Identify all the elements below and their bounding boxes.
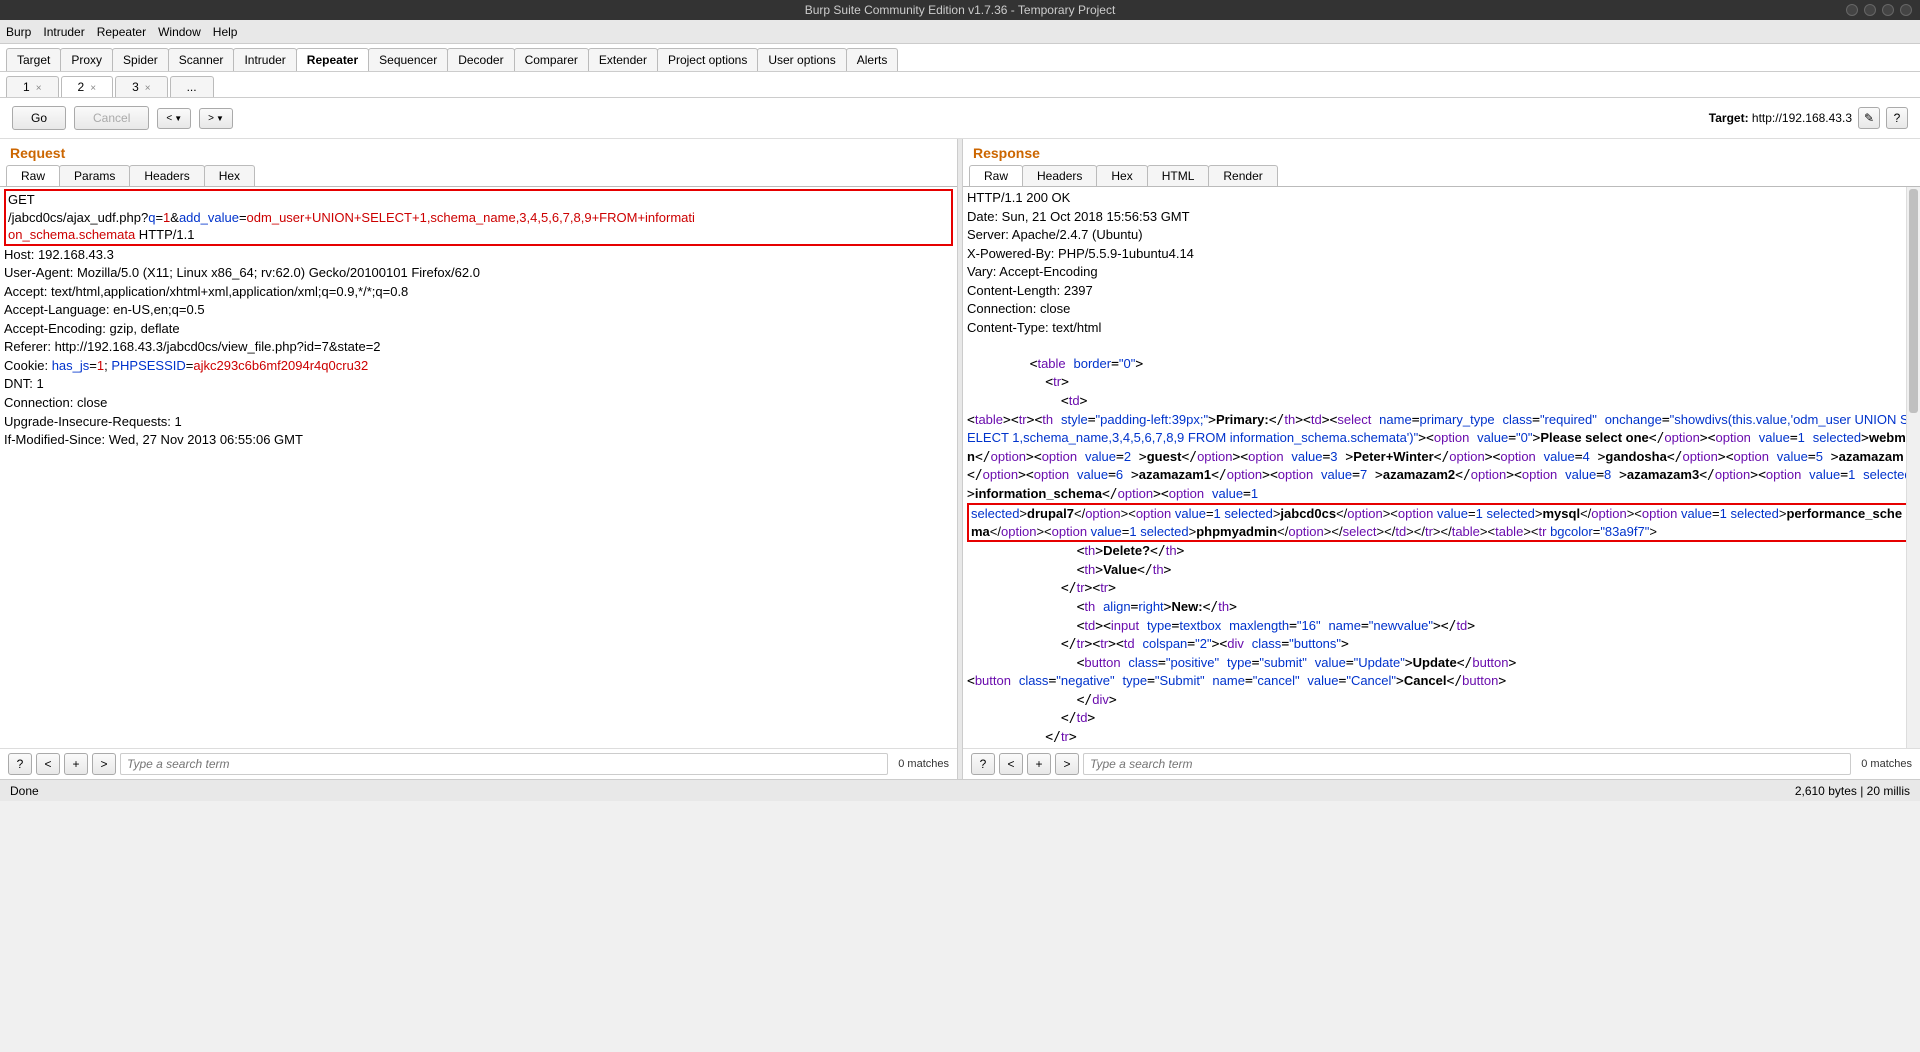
search-prev-button[interactable]: < xyxy=(999,753,1023,775)
dropdown-icon: ▼ xyxy=(216,114,224,123)
maximize-icon[interactable] xyxy=(1864,4,1876,16)
request-title: Request xyxy=(0,139,957,165)
response-panel: Response Raw Headers Hex HTML Render HTT… xyxy=(963,139,1920,779)
go-button[interactable]: Go xyxy=(12,106,66,130)
request-tab-params[interactable]: Params xyxy=(59,165,130,186)
tab-user-options[interactable]: User options xyxy=(757,48,846,71)
tab-repeater[interactable]: Repeater xyxy=(296,48,369,71)
menubar: Burp Intruder Repeater Window Help xyxy=(0,20,1920,44)
request-search-bar: ? < + > 0 matches xyxy=(0,748,957,779)
menu-help[interactable]: Help xyxy=(213,25,238,39)
tab-comparer[interactable]: Comparer xyxy=(514,48,589,71)
statusbar: Done 2,610 bytes | 20 millis xyxy=(0,779,1920,801)
request-tab-raw[interactable]: Raw xyxy=(6,165,60,186)
scrollbar[interactable] xyxy=(1906,187,1920,748)
target-label: Target: http://192.168.43.3 xyxy=(1709,111,1852,125)
tab-project-options[interactable]: Project options xyxy=(657,48,758,71)
sub-tab-3[interactable]: 3× xyxy=(115,76,168,97)
search-next-button[interactable]: > xyxy=(1055,753,1079,775)
cancel-button[interactable]: Cancel xyxy=(74,106,149,130)
sub-tab-2[interactable]: 2× xyxy=(61,76,114,97)
menu-intruder[interactable]: Intruder xyxy=(43,25,84,39)
tab-target[interactable]: Target xyxy=(6,48,61,71)
history-back-button[interactable]: <▼ xyxy=(157,108,191,129)
minimize-icon[interactable] xyxy=(1846,4,1858,16)
menu-burp[interactable]: Burp xyxy=(6,25,31,39)
main-tabs: Target Proxy Spider Scanner Intruder Rep… xyxy=(0,44,1920,72)
help-button[interactable]: ? xyxy=(1886,107,1908,129)
response-tab-headers[interactable]: Headers xyxy=(1022,165,1097,186)
search-options-button[interactable]: ? xyxy=(971,753,995,775)
response-tab-html[interactable]: HTML xyxy=(1147,165,1210,186)
sub-tab-1[interactable]: 1× xyxy=(6,76,59,97)
dropdown-icon: ▼ xyxy=(174,114,182,123)
chevron-left-icon: < xyxy=(166,113,172,124)
pencil-icon: ✎ xyxy=(1864,111,1874,125)
request-tab-headers[interactable]: Headers xyxy=(129,165,204,186)
request-tab-hex[interactable]: Hex xyxy=(204,165,255,186)
tab-decoder[interactable]: Decoder xyxy=(447,48,514,71)
tab-sequencer[interactable]: Sequencer xyxy=(368,48,448,71)
tab-extender[interactable]: Extender xyxy=(588,48,658,71)
close-icon[interactable]: × xyxy=(36,83,42,94)
window-title: Burp Suite Community Edition v1.7.36 - T… xyxy=(805,3,1116,17)
tab-proxy[interactable]: Proxy xyxy=(60,48,113,71)
request-match-count: 0 matches xyxy=(898,758,949,770)
tab-intruder[interactable]: Intruder xyxy=(233,48,296,71)
sub-tab-more[interactable]: ... xyxy=(170,76,214,97)
response-search-input[interactable] xyxy=(1083,753,1851,775)
status-left: Done xyxy=(10,784,39,798)
tab-alerts[interactable]: Alerts xyxy=(846,48,899,71)
repeater-panels: Request Raw Params Headers Hex GET /jabc… xyxy=(0,139,1920,779)
request-tabs: Raw Params Headers Hex xyxy=(0,165,957,187)
response-search-bar: ? < + > 0 matches xyxy=(963,748,1920,779)
response-highlight-box: selected>drupal7</option><option value=1… xyxy=(967,503,1916,542)
search-next-button[interactable]: > xyxy=(92,753,116,775)
request-search-input[interactable] xyxy=(120,753,888,775)
response-match-count: 0 matches xyxy=(1861,758,1912,770)
search-options-button[interactable]: ? xyxy=(8,753,32,775)
response-tab-raw[interactable]: Raw xyxy=(969,165,1023,186)
window-titlebar: Burp Suite Community Edition v1.7.36 - T… xyxy=(0,0,1920,20)
response-viewer[interactable]: HTTP/1.1 200 OK Date: Sun, 21 Oct 2018 1… xyxy=(963,187,1920,748)
menu-repeater[interactable]: Repeater xyxy=(97,25,146,39)
question-icon: ? xyxy=(1894,111,1901,125)
repeater-sub-tabs: 1× 2× 3× ... xyxy=(0,72,1920,98)
close-icon[interactable]: × xyxy=(90,83,96,94)
response-tab-render[interactable]: Render xyxy=(1208,165,1277,186)
request-highlight-box: GET /jabcd0cs/ajax_udf.php?q=1&add_value… xyxy=(4,189,953,246)
request-editor[interactable]: GET /jabcd0cs/ajax_udf.php?q=1&add_value… xyxy=(0,187,957,748)
tab-spider[interactable]: Spider xyxy=(112,48,169,71)
response-tabs: Raw Headers Hex HTML Render xyxy=(963,165,1920,187)
search-add-button[interactable]: + xyxy=(1027,753,1051,775)
tab-scanner[interactable]: Scanner xyxy=(168,48,235,71)
chevron-right-icon: > xyxy=(208,113,214,124)
status-right: 2,610 bytes | 20 millis xyxy=(1795,784,1910,798)
repeater-toolbar: Go Cancel <▼ >▼ Target: http://192.168.4… xyxy=(0,98,1920,139)
search-prev-button[interactable]: < xyxy=(36,753,60,775)
response-tab-hex[interactable]: Hex xyxy=(1096,165,1147,186)
menu-window[interactable]: Window xyxy=(158,25,201,39)
close-icon[interactable] xyxy=(1900,4,1912,16)
scroll-thumb[interactable] xyxy=(1909,189,1918,413)
edit-target-button[interactable]: ✎ xyxy=(1858,107,1880,129)
request-panel: Request Raw Params Headers Hex GET /jabc… xyxy=(0,139,957,779)
restore-icon[interactable] xyxy=(1882,4,1894,16)
history-forward-button[interactable]: >▼ xyxy=(199,108,233,129)
close-icon[interactable]: × xyxy=(145,83,151,94)
window-controls xyxy=(1846,4,1912,16)
response-title: Response xyxy=(963,139,1920,165)
search-add-button[interactable]: + xyxy=(64,753,88,775)
